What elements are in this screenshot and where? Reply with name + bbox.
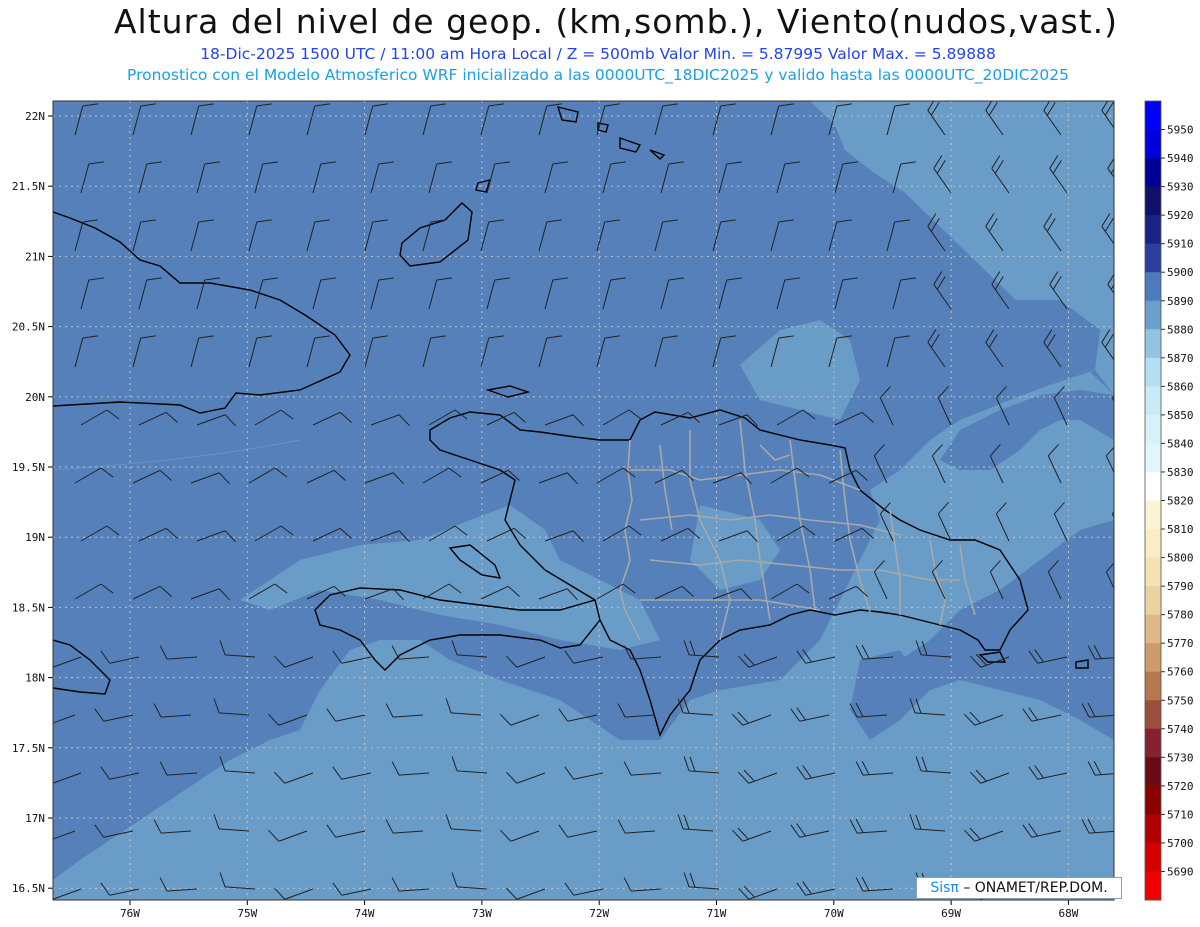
colorbar-label: 5820 [1167, 495, 1194, 508]
colorbar-swatch [1145, 186, 1161, 216]
lat-label: 21N [25, 250, 45, 263]
lat-label: 20N [25, 391, 45, 404]
colorbar-label: 5920 [1167, 209, 1194, 222]
lat-label: 20.5N [12, 321, 45, 334]
colorbar-swatch [1145, 500, 1161, 530]
colorbar-label: 5730 [1167, 751, 1194, 764]
lon-label: 70W [824, 907, 844, 920]
colorbar-label: 5770 [1167, 637, 1194, 650]
colorbar-label: 5860 [1167, 380, 1194, 393]
lat-label: 17.5N [12, 742, 45, 755]
colorbar-label: 5900 [1167, 266, 1194, 279]
colorbar-swatch [1145, 443, 1161, 473]
colorbar-label: 5910 [1167, 238, 1194, 251]
credit-box: Sisπ – ONAMET/REP.DOM. [916, 877, 1122, 899]
colorbar-label: 5830 [1167, 466, 1194, 479]
colorbar-label: 5850 [1167, 409, 1194, 422]
colorbar-swatch [1145, 272, 1161, 302]
colorbar-swatch [1145, 814, 1161, 844]
colorbar-label: 5840 [1167, 437, 1194, 450]
lat-label: 22N [25, 110, 45, 123]
lon-label: 76W [120, 907, 140, 920]
colorbar-swatch [1145, 101, 1161, 131]
colorbar: 5950 5940 5930 5920 5910 5900 5890 5880 5870 5860… [1144, 100, 1194, 901]
colorbar-label: 5760 [1167, 666, 1194, 679]
colorbar-swatch [1145, 671, 1161, 701]
lat-label: 18N [25, 672, 45, 685]
colorbar-label: 5940 [1167, 152, 1194, 165]
colorbar-label: 5880 [1167, 323, 1194, 336]
lat-label: 19.5N [12, 461, 45, 474]
colorbar-swatch [1145, 215, 1161, 245]
lat-label: 19N [25, 531, 45, 544]
colorbar-label: 5890 [1167, 295, 1194, 308]
lon-label: 72W [589, 907, 609, 920]
colorbar-swatch [1145, 529, 1161, 559]
colorbar-swatch [1145, 785, 1161, 815]
colorbar-label: 5800 [1167, 552, 1194, 565]
colorbar-label: 5750 [1167, 694, 1194, 707]
colorbar-label: 5780 [1167, 609, 1194, 622]
colorbar-label: 5720 [1167, 780, 1194, 793]
lon-label: 74W [355, 907, 375, 920]
colorbar-swatch [1145, 329, 1161, 359]
colorbar-swatch [1145, 728, 1161, 758]
colorbar-swatch [1145, 386, 1161, 416]
colorbar-swatch [1145, 871, 1161, 901]
colorbar-label: 5710 [1167, 808, 1194, 821]
longitude-labels: 76W 75W 74W 73W 72W 71W 70W 69W 68W [120, 900, 1079, 920]
colorbar-swatch [1145, 158, 1161, 188]
colorbar-swatch [1145, 300, 1161, 330]
colorbar-label: 5870 [1167, 352, 1194, 365]
colorbar-label: 5950 [1167, 124, 1194, 137]
colorbar-label: 5790 [1167, 580, 1194, 593]
colorbar-swatch [1145, 557, 1161, 587]
colorbar-label: 5700 [1167, 837, 1194, 850]
lon-label: 71W [707, 907, 727, 920]
colorbar-swatch [1145, 700, 1161, 730]
colorbar-label: 5930 [1167, 181, 1194, 194]
lon-label: 69W [941, 907, 961, 920]
lat-label: 17N [25, 812, 45, 825]
colorbar-swatch [1145, 129, 1161, 159]
lon-label: 73W [472, 907, 492, 920]
colorbar-swatch [1145, 357, 1161, 387]
colorbar-swatch [1145, 643, 1161, 673]
latitude-labels: 22N 21.5N 21N 20.5N 20N 19.5N 19N 18.5N 18N 17.5N… [12, 110, 53, 895]
colorbar-swatch [1145, 471, 1161, 501]
colorbar-swatch [1145, 414, 1161, 444]
colorbar-label: 5810 [1167, 523, 1194, 536]
colorbar-swatch [1145, 842, 1161, 872]
lon-label: 68W [1058, 907, 1078, 920]
colorbar-swatch [1145, 757, 1161, 787]
sispi-logo: Sisπ [930, 880, 959, 896]
lat-label: 18.5N [12, 601, 45, 614]
colorbar-swatch [1145, 586, 1161, 616]
credit-text: – ONAMET/REP.DOM. [963, 880, 1108, 896]
forecast-map: 22N 21.5N 21N 20.5N 20N 19.5N 19N 18.5N 18N 17.5N… [12, 100, 1194, 920]
colorbar-label: 5690 [1167, 865, 1194, 878]
colorbar-swatch [1145, 243, 1161, 273]
colorbar-label: 5740 [1167, 723, 1194, 736]
colorbar-swatch [1145, 614, 1161, 644]
lat-label: 21.5N [12, 180, 45, 193]
lat-label: 16.5N [12, 882, 45, 895]
lon-label: 75W [237, 907, 257, 920]
